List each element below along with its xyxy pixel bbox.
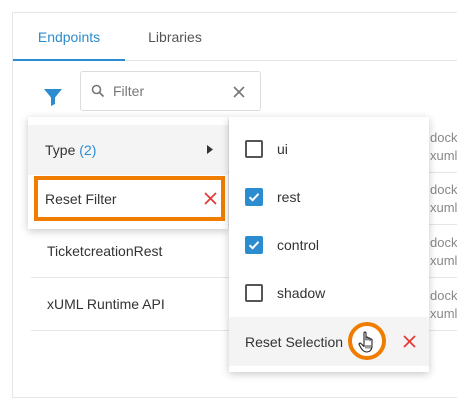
option-label: shadow <box>277 285 326 301</box>
tab-libraries[interactable]: Libraries <box>125 13 225 61</box>
tab-endpoints[interactable]: Endpoints <box>13 13 125 61</box>
row-tail: dock xuml <box>430 129 457 165</box>
filter-field[interactable] <box>80 71 261 111</box>
option-label: ui <box>277 141 288 157</box>
row-name: TicketcreationRest <box>47 243 163 259</box>
filter-icon <box>44 89 62 106</box>
row-tail: dock xuml <box>430 234 457 270</box>
close-icon[interactable] <box>403 335 416 348</box>
row-tail-line: xuml <box>430 253 457 268</box>
row-tail-line: dock <box>430 130 457 145</box>
row-tail-line: xuml <box>430 148 457 163</box>
option-control[interactable]: control <box>229 221 429 269</box>
reset-selection-button[interactable]: Reset Selection <box>229 317 429 366</box>
checkbox[interactable] <box>245 140 263 158</box>
option-shadow[interactable]: shadow <box>229 269 429 317</box>
row-tail: dock xuml <box>430 181 457 217</box>
checkbox-checked-icon[interactable] <box>245 236 263 254</box>
chevron-right-icon <box>207 145 213 154</box>
clear-icon[interactable] <box>233 86 245 98</box>
type-submenu: ui rest control shadow Reset Selection <box>229 117 429 372</box>
row-tail-line: dock <box>430 288 457 303</box>
hand-pointer-icon <box>358 331 373 353</box>
option-rest[interactable]: rest <box>229 173 429 221</box>
cursor-highlight <box>348 322 386 360</box>
option-label: rest <box>277 189 301 205</box>
search-icon <box>91 84 105 98</box>
reset-filter-label: Reset Filter <box>45 191 117 207</box>
filter-menu: Type (2) Reset Filter <box>28 117 228 229</box>
row-tail-line: dock <box>430 182 457 197</box>
row-name: xUML Runtime API <box>47 296 165 312</box>
menu-item-type[interactable]: Type (2) <box>28 125 228 175</box>
filter-button[interactable] <box>41 85 65 109</box>
option-label: control <box>277 237 320 253</box>
type-label: Type <box>45 142 76 158</box>
row-tail: dock xuml <box>430 287 457 323</box>
type-count: (2) <box>79 142 97 158</box>
checkbox-checked-icon[interactable] <box>245 188 263 206</box>
row-tail-line: dock <box>430 235 457 250</box>
menu-item-type-label: Type (2) <box>45 142 96 158</box>
tab-bar: Endpoints Libraries <box>13 13 457 61</box>
reset-selection-label: Reset Selection <box>245 334 344 350</box>
checkbox[interactable] <box>245 284 263 302</box>
row-tail-line: xuml <box>430 306 457 321</box>
close-icon[interactable] <box>204 192 217 205</box>
row-tail-line: xuml <box>430 200 457 215</box>
filter-input[interactable] <box>113 80 223 102</box>
option-ui[interactable]: ui <box>229 125 429 173</box>
reset-filter-button[interactable]: Reset Filter <box>34 176 225 221</box>
